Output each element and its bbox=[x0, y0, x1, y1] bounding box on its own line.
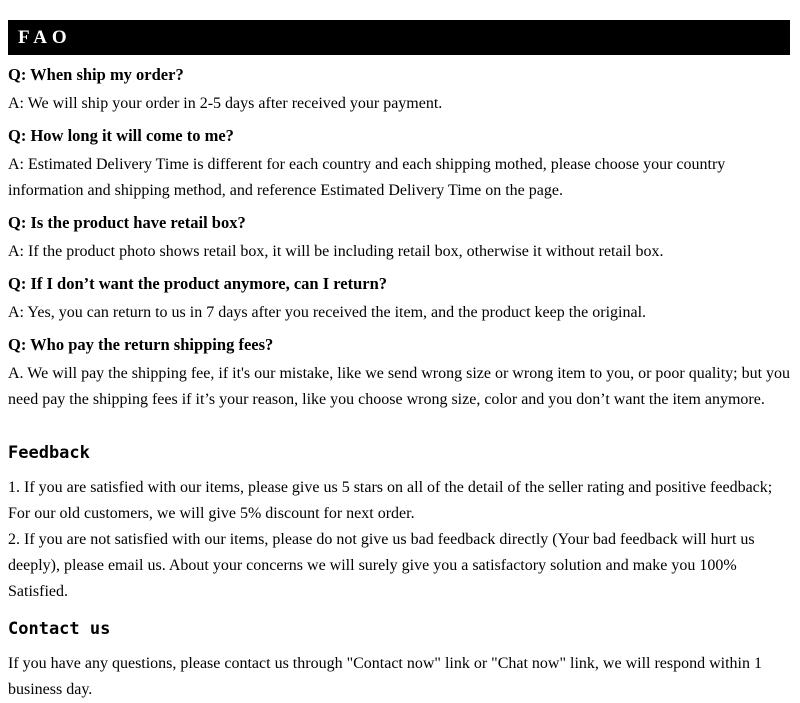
faq-banner-title: FAO bbox=[18, 27, 72, 48]
contact-heading: Contact us bbox=[8, 619, 111, 639]
faq-page: FAO Q: When ship my order? A: We will sh… bbox=[0, 0, 800, 700]
faq-answer: A: We will ship your order in 2-5 days a… bbox=[8, 95, 443, 112]
faq-item: Q: If I don’t want the product anymore, … bbox=[8, 271, 792, 326]
contact-section: Contact us If you have any questions, pl… bbox=[8, 617, 792, 703]
faq-question: Q: Is the product have retail box? bbox=[8, 213, 246, 232]
faq-question: Q: How long it will come to me? bbox=[8, 126, 234, 145]
faq-answer: A: If the product photo shows retail box… bbox=[8, 243, 664, 260]
feedback-heading: Feedback bbox=[8, 443, 90, 463]
faq-answer: A: Yes, you can return to us in 7 days a… bbox=[8, 304, 647, 321]
faq-answer: A. We will pay the shipping fee, if it's… bbox=[8, 365, 791, 408]
faq-item: Q: Is the product have retail box? A: If… bbox=[8, 210, 792, 265]
faq-item: Q: Who pay the return shipping fees? A. … bbox=[8, 332, 792, 413]
faq-question: Q: When ship my order? bbox=[8, 65, 184, 84]
faq-banner: FAO bbox=[8, 20, 790, 55]
feedback-item: 1. If you are satisfied with our items, … bbox=[8, 479, 773, 522]
faq-item: Q: When ship my order? A: We will ship y… bbox=[8, 62, 792, 117]
feedback-section: Feedback 1. If you are satisfied with ou… bbox=[8, 441, 792, 605]
contact-body: If you have any questions, please contac… bbox=[8, 655, 762, 698]
faq-item: Q: How long it will come to me? A: Estim… bbox=[8, 123, 792, 204]
faq-question: Q: Who pay the return shipping fees? bbox=[8, 335, 274, 354]
feedback-item: 2. If you are not satisfied with our ite… bbox=[8, 531, 755, 600]
faq-answer: A: Estimated Delivery Time is different … bbox=[8, 156, 726, 199]
faq-content: Q: When ship my order? A: We will ship y… bbox=[8, 62, 792, 703]
faq-question: Q: If I don’t want the product anymore, … bbox=[8, 274, 388, 293]
